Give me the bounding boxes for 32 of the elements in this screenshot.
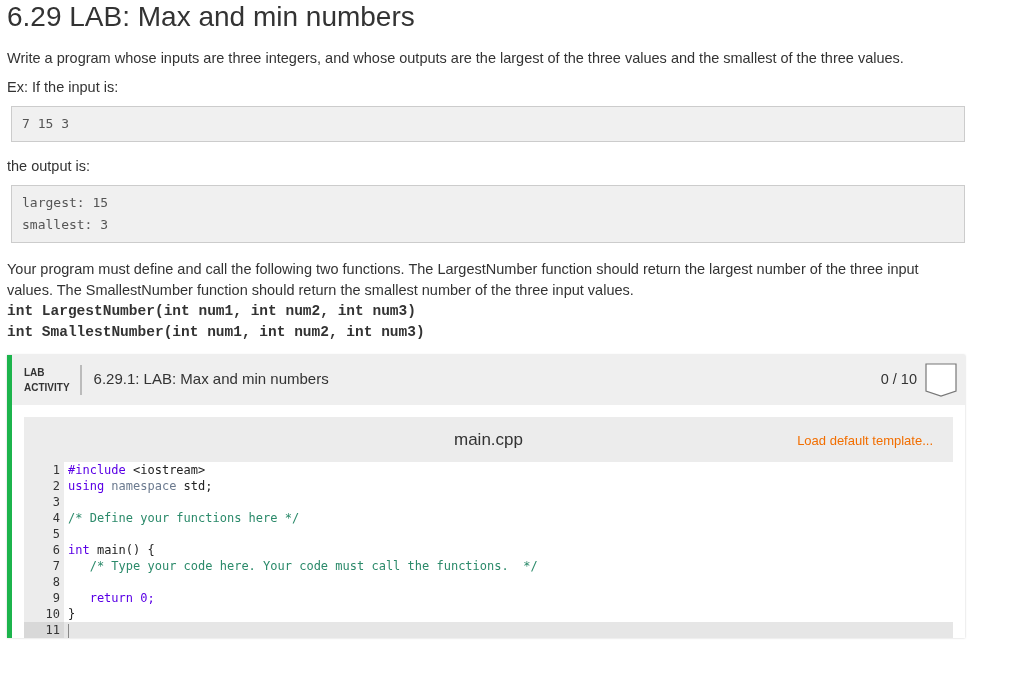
example-output: largest: 15 smallest: 3: [11, 184, 965, 243]
activity-label: LAB ACTIVITY: [24, 364, 82, 395]
line-number: 9: [24, 590, 64, 607]
badge-outline-icon: [925, 362, 957, 397]
code-line[interactable]: /* Define your functions here */: [64, 510, 953, 527]
text-cursor: [68, 623, 69, 638]
line-number: 8: [24, 574, 64, 591]
line-number: 4: [24, 510, 64, 527]
code-line[interactable]: return 0;: [64, 590, 953, 607]
page-title: 6.29 LAB: Max and min numbers: [7, 0, 416, 34]
line-number: 3: [24, 494, 64, 511]
score-text: 0 / 10: [880, 369, 917, 389]
code-line[interactable]: using namespace std;: [64, 478, 953, 495]
functions-text: Your program must define and call the following two functions. The LargestNumber function should return the largest number of the three input values. The SmallestNumber function should return the smallest number of the three input values.: [7, 259, 920, 300]
code-line[interactable]: /* Type your code here. Your code must call the functions. */: [64, 558, 953, 575]
example-label: Ex: If the input is:: [7, 77, 120, 97]
code-line[interactable]: #include <iostream>: [64, 462, 953, 479]
code-line[interactable]: }: [64, 606, 953, 623]
line-number: 11: [24, 622, 64, 639]
function-signature: int LargestNumber(int num1, int num2, int num3): [7, 301, 417, 321]
line-number: 5: [24, 526, 64, 543]
output-label: the output is:: [7, 156, 92, 176]
code-line[interactable]: int main() {: [64, 542, 953, 559]
line-number: 2: [24, 478, 64, 495]
function-signature: int SmallestNumber(int num1, int num2, int num3): [7, 322, 426, 342]
file-name: main.cpp: [454, 429, 523, 449]
activity-title: 6.29.1: LAB: Max and min numbers: [92, 369, 330, 390]
instruction-text: Write a program whose inputs are three integers, and whose outputs are the largest of the three values and the smallest of the three values.: [7, 48, 905, 68]
line-number: 10: [24, 606, 64, 623]
line-number: 7: [24, 558, 64, 575]
line-number: 6: [24, 542, 64, 559]
line-number: 1: [24, 462, 64, 479]
